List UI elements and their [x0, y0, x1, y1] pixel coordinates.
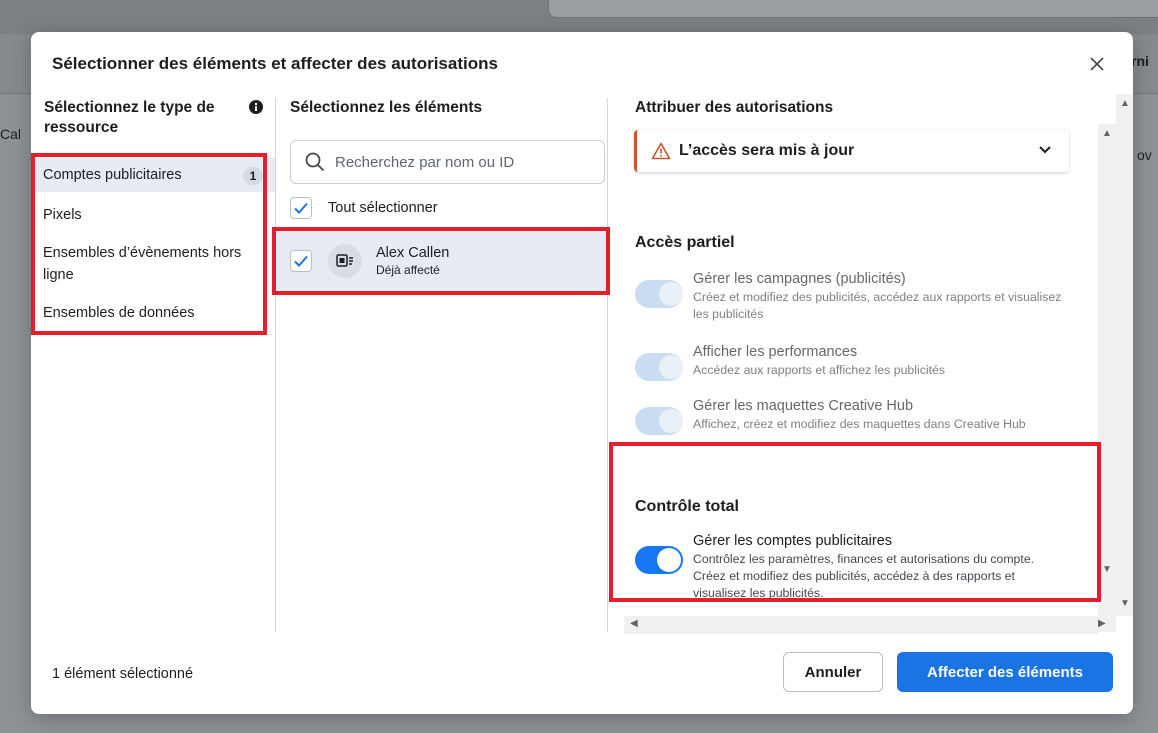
access-warning-banner[interactable]: L’accès sera mis à jour	[634, 130, 1069, 172]
search-input[interactable]	[333, 152, 583, 172]
permission-manage-campaigns: Gérer les campagnes (publicités) Créez e…	[635, 270, 1065, 323]
permission-view-performance: Afficher les performances Accédez aux ra…	[635, 343, 1065, 381]
asset-search-box[interactable]	[290, 140, 605, 184]
assign-assets-button[interactable]: Affecter des éléments	[897, 652, 1113, 692]
asset-avatar	[328, 244, 362, 278]
search-icon	[305, 152, 325, 172]
resource-type-datasets[interactable]: Ensembles de données	[31, 296, 275, 330]
asset-checkbox[interactable]	[290, 250, 312, 272]
warning-text: L’accès sera mis à jour	[679, 142, 855, 159]
permission-toggle[interactable]	[635, 353, 683, 381]
column-divider-left	[275, 98, 276, 632]
warning-icon	[651, 142, 671, 160]
asset-name: Alex Callen	[376, 245, 450, 261]
background-text-left: Cal	[0, 126, 22, 142]
permissions-header: Attribuer des autorisations	[635, 99, 834, 116]
background-text-right-mid: ov	[1137, 147, 1152, 163]
background-search-bar	[548, 0, 1158, 18]
asset-row[interactable]: Alex Callen Déjà affecté	[276, 231, 607, 291]
inner-vertical-scrollbar[interactable]: ▲ ▼	[1098, 124, 1116, 618]
scroll-down-arrow-icon[interactable]: ▼	[1102, 564, 1112, 575]
checkmark-icon	[294, 202, 308, 214]
asset-status: Déjà affecté	[376, 263, 440, 277]
background-text-right-top: rni	[1131, 53, 1149, 69]
cancel-button[interactable]: Annuler	[783, 652, 883, 692]
permission-toggle[interactable]	[635, 407, 683, 435]
resource-type-label: Pixels	[43, 207, 82, 223]
dialog-title: Sélectionner des éléments et affecter de…	[52, 54, 498, 73]
chevron-down-icon	[1039, 146, 1051, 154]
outer-horizontal-scrollbar[interactable]: ◀ ▶	[624, 616, 1116, 632]
resource-type-header: Sélectionnez le type de ressource	[44, 99, 215, 136]
select-all-label: Tout sélectionner	[328, 200, 438, 216]
outer-vertical-scrollbar[interactable]: ▲ ▼	[1116, 94, 1133, 616]
scroll-down-arrow-icon[interactable]: ▼	[1120, 598, 1130, 609]
resource-type-pixels[interactable]: Pixels	[31, 198, 275, 232]
resource-type-list: Comptes publicitaires 1 Pixels Ensembles…	[31, 158, 275, 330]
permission-name: Gérer les comptes publicitaires	[693, 533, 893, 549]
permission-description: Contrôlez les paramètres, finances et au…	[693, 552, 1035, 600]
resource-type-label: Ensembles de données	[43, 305, 195, 321]
permission-manage-ad-accounts: Gérer les comptes publicitaires Contrôle…	[635, 532, 1065, 602]
partial-access-title: Accès partiel	[635, 234, 735, 251]
permission-toggle[interactable]	[635, 546, 683, 574]
select-all-row[interactable]: Tout sélectionner	[290, 197, 438, 219]
close-button[interactable]	[1083, 50, 1111, 78]
assign-assets-dialog: Sélectionner des éléments et affecter de…	[31, 32, 1133, 714]
selection-count: 1 élément sélectionné	[52, 666, 194, 682]
full-control-title: Contrôle total	[635, 498, 739, 515]
close-icon	[1090, 57, 1104, 71]
resource-type-offline-events[interactable]: Ensembles d’évènements hors ligne	[31, 236, 263, 292]
permission-name: Gérer les maquettes Creative Hub	[693, 398, 914, 414]
permission-description: Créez et modifiez des publicités, accéde…	[693, 290, 1062, 321]
select-all-checkbox[interactable]	[290, 197, 312, 219]
assets-header: Sélectionnez les éléments	[290, 99, 483, 116]
resource-type-label: Ensembles d’évènements hors ligne	[43, 245, 242, 283]
permission-name: Gérer les campagnes (publicités)	[693, 271, 906, 287]
scroll-up-arrow-icon[interactable]: ▲	[1120, 98, 1130, 109]
scroll-up-arrow-icon[interactable]: ▲	[1102, 128, 1112, 139]
permission-description: Accédez aux rapports et affichez les pub…	[693, 363, 945, 377]
resource-type-label: Comptes publicitaires	[43, 167, 182, 183]
column-divider-right	[607, 98, 608, 632]
scroll-right-arrow-icon[interactable]: ▶	[1098, 618, 1106, 629]
permission-toggle[interactable]	[635, 280, 683, 308]
scroll-left-arrow-icon[interactable]: ◀	[630, 618, 638, 629]
resource-type-ad-accounts[interactable]: Comptes publicitaires 1	[31, 158, 275, 192]
permissions-panel: L’accès sera mis à jour Accès partiel Gé…	[624, 124, 1116, 634]
info-button[interactable]	[249, 100, 263, 119]
permission-name: Afficher les performances	[693, 344, 858, 360]
info-icon	[249, 100, 263, 114]
count-badge: 1	[243, 167, 263, 185]
checkmark-icon	[294, 255, 308, 267]
ad-account-icon	[336, 254, 353, 267]
permission-description: Affichez, créez et modifiez des maquette…	[693, 417, 1026, 431]
permission-creative-hub: Gérer les maquettes Creative Hub Affiche…	[635, 397, 1065, 435]
